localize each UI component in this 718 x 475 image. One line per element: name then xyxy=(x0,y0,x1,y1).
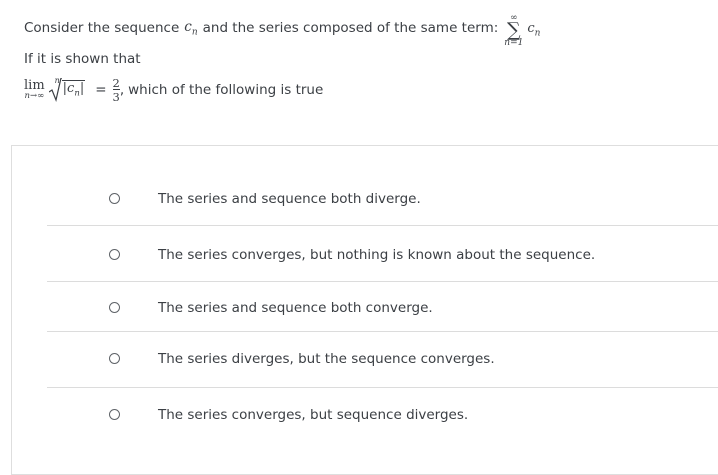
option-divider xyxy=(47,387,718,388)
series-term: cn xyxy=(527,21,541,39)
answer-options-panel: The series and sequence both diverge. Th… xyxy=(11,145,718,475)
answer-option[interactable]: The series diverges, but the sequence co… xyxy=(12,349,718,369)
radio-button-icon[interactable] xyxy=(109,249,120,260)
answer-option-label: The series converges, but nothing is kno… xyxy=(158,247,596,263)
question-condition: lim n→∞ n |cn| = 2 3 , which of the foll… xyxy=(24,76,324,104)
question-intro-mid: and the series composed of the same term… xyxy=(202,20,499,36)
radio-button-icon[interactable] xyxy=(109,409,120,420)
question-given: If it is shown that xyxy=(24,51,141,67)
question-line-1: Consider the sequence cn and the series … xyxy=(24,11,541,48)
answer-option[interactable]: The series converges, but sequence diver… xyxy=(12,405,718,425)
fraction-two-thirds: 2 3 xyxy=(112,76,120,104)
series-sum-symbol: ∞ ∑ n=1 xyxy=(504,13,524,48)
answer-option-label: The series converges, but sequence diver… xyxy=(158,407,469,423)
answer-option-label: The series and sequence both diverge. xyxy=(158,191,421,207)
question-tail: which of the following is true xyxy=(128,82,324,98)
option-divider xyxy=(47,225,718,226)
limit-expression: lim n→∞ xyxy=(24,78,45,101)
question-intro: Consider the sequence xyxy=(24,20,180,36)
radio-button-icon[interactable] xyxy=(109,302,120,313)
sequence-symbol: cn xyxy=(184,18,198,38)
answer-option[interactable]: The series converges, but nothing is kno… xyxy=(12,245,718,265)
answer-option-label: The series and sequence both converge. xyxy=(158,300,433,316)
answer-option[interactable]: The series and sequence both converge. xyxy=(12,298,718,318)
option-divider xyxy=(47,331,718,332)
radio-button-icon[interactable] xyxy=(109,193,120,204)
nth-root: n |cn| xyxy=(48,76,86,102)
answer-option-label: The series diverges, but the sequence co… xyxy=(158,351,495,367)
answer-option[interactable]: The series and sequence both diverge. xyxy=(12,189,718,209)
radio-button-icon[interactable] xyxy=(109,353,120,364)
option-divider xyxy=(47,281,718,282)
